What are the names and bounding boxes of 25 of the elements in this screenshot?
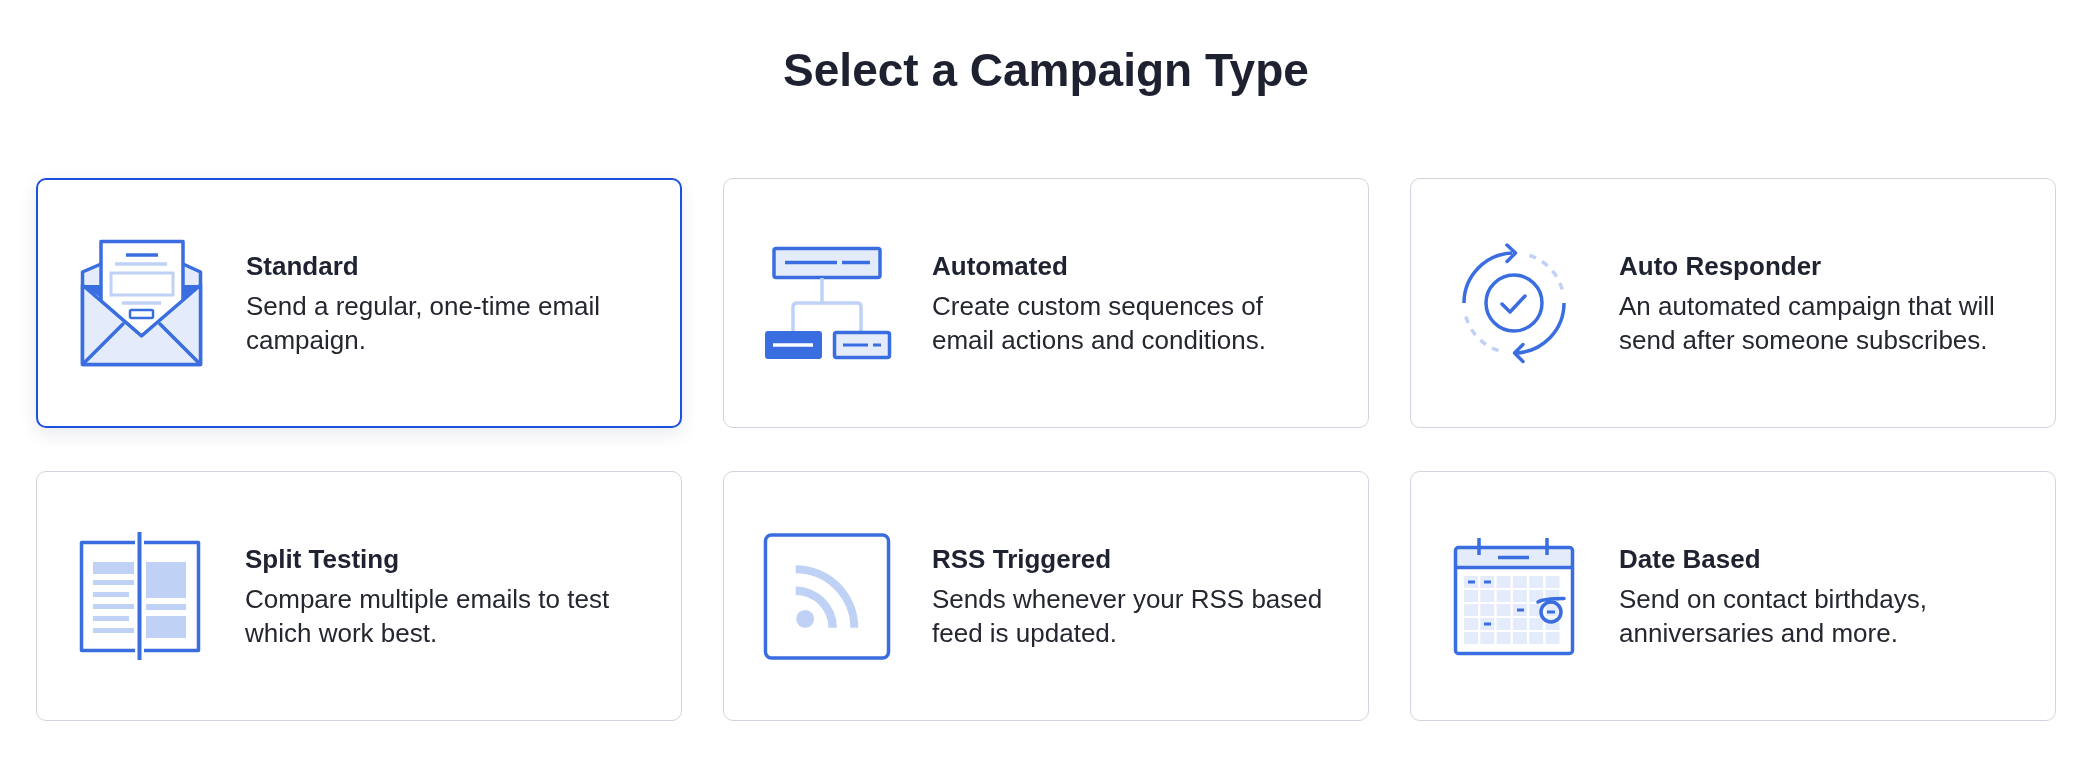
rss-icon [762,530,892,662]
calendar-icon [1452,535,1576,657]
card-title: Standard [246,250,359,283]
campaign-type-card[interactable]: Auto Responder An automated campaign that will send after someone subscribes. [1410,178,2056,428]
card-description: Create custom sequences of email actions and conditions. [932,290,1266,357]
page-title: Select a Campaign Type [783,43,1309,98]
card-description: Sends whenever your RSS based feed is updated. [932,583,1323,650]
card-title: Date Based [1619,543,1761,576]
card-title: Automated [932,250,1068,283]
campaign-type-card[interactable]: Date Based Send on contact birthdays, anniversaries and more. [1410,471,2056,721]
card-description: Send a regular, one-time email campaign. [246,290,601,357]
flowchart-icon [762,245,892,361]
circular-arrows-check-icon [1460,241,1568,365]
campaign-type-card[interactable]: Split Testing Compare multiple emails to test which work best. [36,471,682,721]
card-title: RSS Triggered [932,543,1112,576]
campaign-type-card[interactable]: RSS Triggered Sends whenever your RSS based feed is updated. [723,471,1369,721]
card-description: An automated campaign that will send after someone subscribes. [1619,290,1995,357]
card-title: Auto Responder [1619,250,1822,283]
campaign-type-card[interactable]: Standard Send a regular, one-time email campaign. [36,178,682,428]
card-description: Compare multiple emails to test which work best. [245,583,610,650]
card-title: Split Testing [245,543,400,576]
split-page-icon [78,530,202,662]
campaign-type-card[interactable]: Automated Create custom sequences of email actions and conditions. [723,178,1369,428]
card-description: Send on contact birthdays, anniversaries and more. [1619,583,1927,650]
envelope-letter-icon [78,238,204,368]
